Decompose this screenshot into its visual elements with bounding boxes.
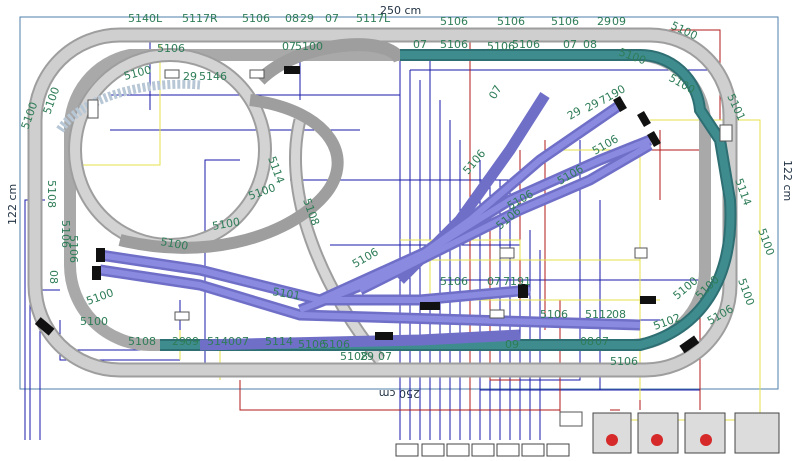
track-label-top_inner: 07 [282, 40, 296, 53]
panel-button-2[interactable] [637, 412, 679, 454]
track-label-top_inner: 5100 [617, 46, 648, 68]
track-label-top_inner: 5106 [512, 38, 540, 51]
left-height-label: 122 cm [6, 184, 19, 225]
connector-block [395, 443, 419, 457]
track-label-yard: 07 [487, 275, 501, 288]
track-label-yard: 5106 [540, 308, 568, 321]
track-label-right: 5100 [735, 277, 757, 308]
track-label-top: 29 [597, 15, 611, 28]
track-label-yard: 5112 [585, 308, 613, 321]
track-label-top: 5106 [242, 12, 270, 25]
panel-button-1[interactable] [592, 412, 632, 454]
connector-block [421, 443, 445, 457]
track-label-bottom: 09 [505, 338, 519, 351]
panel-button-4[interactable] [734, 412, 780, 454]
track-label-top: 5106 [497, 15, 525, 28]
track-label-yard: 5106 [350, 245, 381, 270]
track-label-top_inner: 5106 [487, 40, 515, 53]
red-lamp-icon [606, 434, 618, 446]
track-label-yard: 7191 [503, 275, 531, 288]
track-label-top_inner: 07 [563, 38, 577, 51]
connector-block [521, 443, 545, 457]
track-label-middle: 5100 [211, 215, 241, 233]
track-label-middle: 5106 [460, 147, 488, 177]
track-label-left: 5100 [85, 286, 116, 308]
track-label-top_inner: 29 [183, 70, 197, 83]
track-label-top_inner: 08 [583, 38, 597, 51]
connector-block [496, 443, 520, 457]
track-label-bottom: 09 [185, 335, 199, 348]
track-label-top: 5106 [551, 15, 579, 28]
track-label-left: 5106 [59, 220, 72, 248]
right-height-label: 122 cm [781, 160, 794, 201]
track-label-yard: 08 [612, 308, 626, 321]
connector-block [546, 443, 570, 457]
track-label-bottom: 29 [360, 350, 374, 363]
bottom-dimension-label: 250 cm [379, 387, 420, 400]
track-plan-diagram: 250 cm 250 cm 122 cm 122 cm 5140L 5117R … [6, 4, 794, 457]
track-label-top: 29 [300, 12, 314, 25]
track-label-top: 5106 [440, 15, 468, 28]
track-label-bottom: 5114 [265, 335, 293, 348]
track-label-top_inner: 5100 [295, 40, 323, 53]
control-panel [592, 412, 780, 454]
track-label-top_inner: 5106 [440, 38, 468, 51]
track-label-left: 5108 [45, 180, 58, 208]
track-label-bottom: 5140 [207, 335, 235, 348]
track-label-top: 5117R [182, 12, 218, 25]
track-label-bottom: 07 [378, 350, 392, 363]
connector-block [446, 443, 470, 457]
track-label-top: 5117L [356, 12, 391, 25]
track-label-top_inner: 5146 [199, 70, 227, 83]
track-label-top_inner: 5106 [157, 42, 185, 55]
track-label-bottom: 08 [580, 335, 594, 348]
track-label-middle: 29 [565, 104, 584, 122]
track-label-yard: 5106 [440, 275, 468, 288]
track-label-top: 08 [285, 12, 299, 25]
track-label-middle: 5101 [271, 285, 301, 303]
track-label-bottom: 29 [172, 335, 186, 348]
track-label-top: 09 [612, 15, 626, 28]
track-label-top_inner: 07 [413, 38, 427, 51]
connector-block [471, 443, 495, 457]
track-label-middle: 07 [486, 83, 504, 102]
track-label-top: 07 [325, 12, 339, 25]
track-label-bottom: 07 [235, 335, 249, 348]
red-lamp-icon [651, 434, 663, 446]
track-label-bottom: 5106 [610, 355, 638, 368]
connector-row [395, 443, 570, 457]
track-label-top: 5140L [128, 12, 163, 25]
panel-button-3[interactable] [684, 412, 726, 454]
track-label-left: 08 [47, 270, 60, 284]
track-label-bottom: 07 [595, 335, 609, 348]
red-lamp-icon [700, 434, 712, 446]
track-label-bottom: 5108 [128, 335, 156, 348]
track-label-right: 5100 [755, 227, 777, 258]
track-label-left: 5100 [80, 315, 108, 328]
